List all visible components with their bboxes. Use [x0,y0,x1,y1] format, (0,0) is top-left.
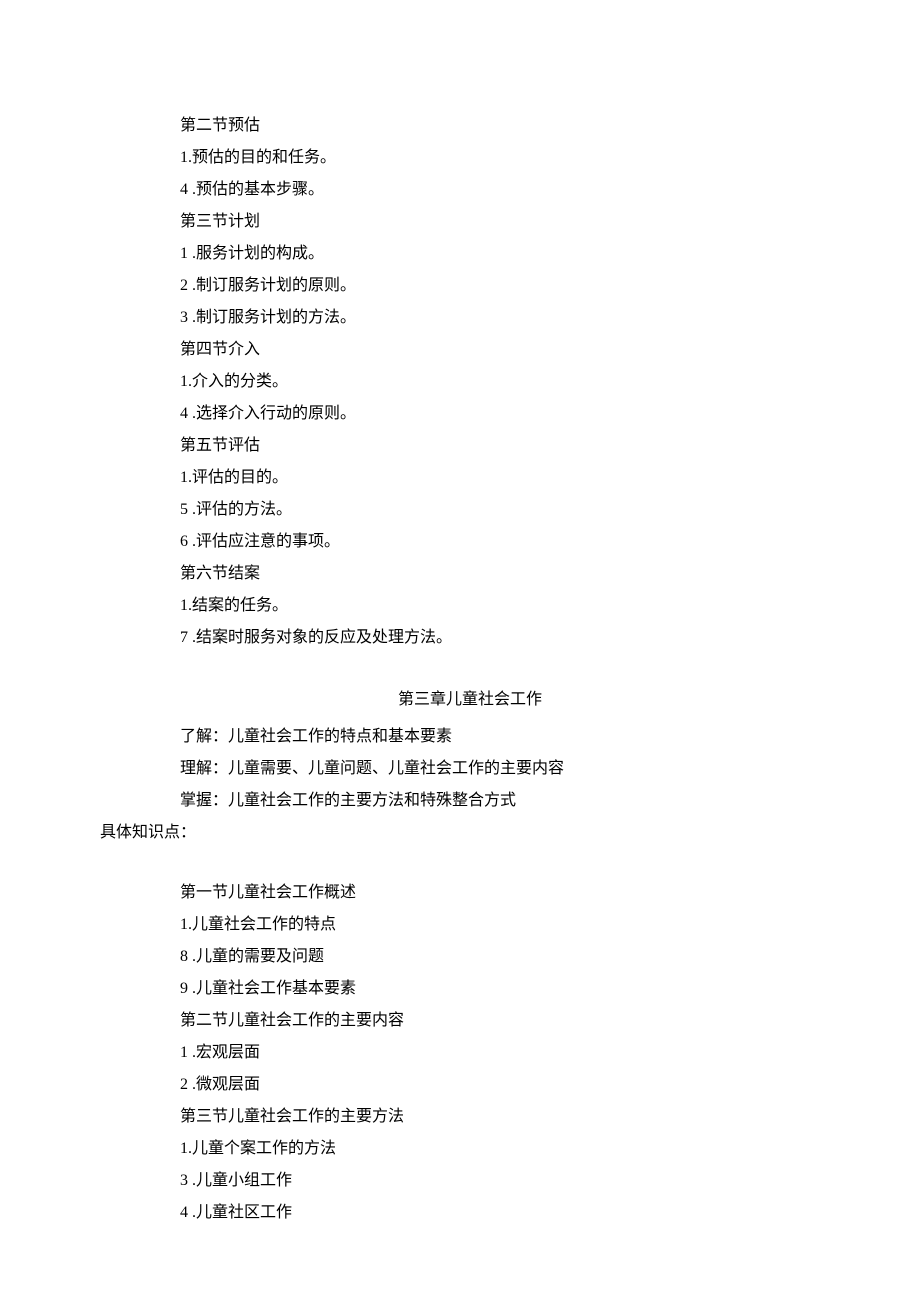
chapter-3-sub3-item: 4 .儿童社区工作 [100,1197,840,1229]
chapter-3-sub1-item: 1.儿童社会工作的特点 [100,909,840,941]
section-5-item: 1.评估的目的。 [100,462,840,494]
section-5-item: 5 .评估的方法。 [100,494,840,526]
document-page: 第二节预估 1.预估的目的和任务。 4 .预估的基本步骤。 第三节计划 1 .服… [0,0,920,1309]
section-6-item: 7 .结案时服务对象的反应及处理方法。 [100,622,840,654]
section-2-title: 第二节预估 [100,110,840,142]
chapter-3-sub1-item: 9 .儿童社会工作基本要素 [100,973,840,1005]
chapter-3-sub1-item: 8 .儿童的需要及问题 [100,941,840,973]
section-4-item: 1.介入的分类。 [100,366,840,398]
chapter-3-sub3-item: 3 .儿童小组工作 [100,1165,840,1197]
section-4-item: 4 .选择介入行动的原则。 [100,398,840,430]
section-2-item: 4 .预估的基本步骤。 [100,174,840,206]
chapter-3-sub3-item: 1.儿童个案工作的方法 [100,1133,840,1165]
section-2-item: 1.预估的目的和任务。 [100,142,840,174]
section-3-title: 第三节计划 [100,206,840,238]
section-6-item: 1.结案的任务。 [100,590,840,622]
section-3-item: 2 .制订服务计划的原则。 [100,270,840,302]
section-3-item: 1 .服务计划的构成。 [100,238,840,270]
chapter-3-sub2-title: 第二节儿童社会工作的主要内容 [100,1005,840,1037]
chapter-3-sub3-title: 第三节儿童社会工作的主要方法 [100,1101,840,1133]
section-4-title: 第四节介入 [100,334,840,366]
chapter-3-intro: 了解：儿童社会工作的特点和基本要素 [100,721,840,753]
chapter-3-sub2-item: 1 .宏观层面 [100,1037,840,1069]
section-5-item: 6 .评估应注意的事项。 [100,526,840,558]
chapter-3-sub1-title: 第一节儿童社会工作概述 [100,877,840,909]
section-6-title: 第六节结案 [100,558,840,590]
chapter-3-intro: 掌握：儿童社会工作的主要方法和特殊整合方式 [100,785,840,817]
section-5-title: 第五节评估 [100,430,840,462]
blank-line [100,849,840,877]
chapter-3-title: 第三章儿童社会工作 [100,684,840,716]
section-3-item: 3 .制订服务计划的方法。 [100,302,840,334]
chapter-3-intro: 理解：儿童需要、儿童问题、儿童社会工作的主要内容 [100,753,840,785]
chapter-3-sub2-item: 2 .微观层面 [100,1069,840,1101]
knowledge-points-label: 具体知识点： [100,817,840,849]
